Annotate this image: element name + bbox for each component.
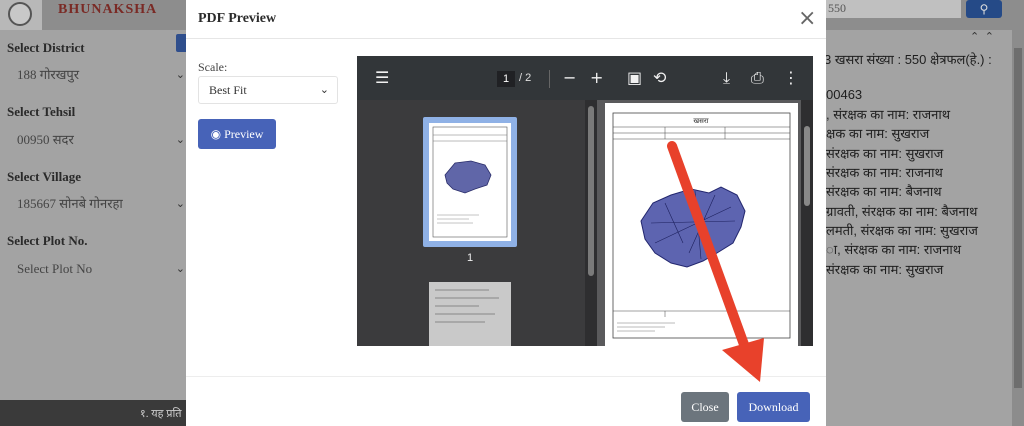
thumbnail-page-1[interactable] bbox=[429, 123, 511, 241]
brand-name: BHUNAKSHA bbox=[58, 2, 158, 17]
district-select[interactable]: 188 गोरखपुर ⌄ bbox=[7, 62, 189, 88]
toolbar-divider bbox=[549, 70, 550, 88]
detail-line: 3 खसरा संख्या : 550 क्षेत्रफल(हे.) : bbox=[824, 52, 992, 67]
plot-details-panel: 3 खसरा संख्या : 550 क्षेत्रफल(हे.) : 004… bbox=[824, 40, 1012, 400]
more-icon[interactable]: ⋮ bbox=[783, 69, 799, 87]
village-label: Select Village bbox=[7, 169, 82, 184]
scale-value: Best Fit bbox=[209, 83, 247, 97]
plot-label: Select Plot No. bbox=[7, 233, 88, 248]
fit-page-icon[interactable]: ▣ bbox=[627, 69, 642, 87]
footer-text: १. यह प्रति bbox=[140, 408, 182, 420]
menu-icon[interactable]: ☰ bbox=[375, 69, 389, 87]
rotate-icon[interactable]: ⟲ bbox=[653, 69, 666, 87]
page-total: / 2 bbox=[519, 72, 532, 84]
chevron-down-icon: ⌄ bbox=[175, 69, 185, 81]
tehsil-value: 00950 सदर bbox=[17, 132, 74, 147]
download-button[interactable]: Download bbox=[737, 392, 810, 422]
chevron-down-icon: ⌄ bbox=[175, 134, 185, 146]
page-scrollbar-thumb[interactable] bbox=[804, 126, 810, 206]
village-select[interactable]: 185667 सोनबे गोनरहा ⌄ bbox=[7, 191, 189, 217]
thumbnail-map-icon bbox=[432, 126, 508, 238]
thumbnail-page-2[interactable] bbox=[429, 282, 511, 346]
close-button[interactable]: Close bbox=[681, 392, 729, 422]
search-button[interactable]: ⚲ bbox=[966, 0, 1002, 18]
download-icon[interactable]: ⤓ bbox=[723, 69, 730, 87]
emblem-icon bbox=[8, 2, 32, 26]
district-value: 188 गोरखपुर bbox=[17, 67, 80, 82]
chevron-down-icon: ⌄ bbox=[175, 198, 185, 210]
page-number-input[interactable]: 1 bbox=[497, 71, 515, 87]
search-icon: ⚲ bbox=[979, 2, 989, 16]
chevron-down-icon: ⌄ bbox=[175, 263, 185, 275]
plot-select[interactable]: Select Plot No ⌄ bbox=[7, 256, 189, 282]
detail-line: , संरक्षक का नाम: राजनाथ bbox=[826, 107, 951, 122]
thumbnail-text-icon bbox=[435, 289, 499, 323]
modal-title: PDF Preview bbox=[198, 11, 277, 26]
thumbnail-page-number: 1 bbox=[467, 252, 474, 264]
detail-line: क्षक का नाम: सुखराज bbox=[826, 126, 930, 141]
thumbnail-scrollbar-thumb[interactable] bbox=[588, 106, 594, 276]
plot-value: Select Plot No bbox=[17, 261, 93, 276]
header-divider bbox=[186, 38, 826, 39]
detail-line: संरक्षक का नाम: राजनाथ bbox=[826, 165, 943, 180]
tehsil-label: Select Tehsil bbox=[7, 104, 76, 119]
pdf-page: खसरा bbox=[605, 103, 798, 346]
preview-button[interactable]: ◉ Preview bbox=[198, 119, 276, 149]
village-value: 185667 सोनबे गोनरहा bbox=[17, 196, 123, 211]
district-label: Select District bbox=[7, 40, 85, 55]
page-heading: खसरा bbox=[693, 117, 708, 125]
pdf-viewer: ☰ 1 / 2 − + ▣ ⟲ ⤓ ⎙ ⋮ 1 खसरा bbox=[357, 56, 813, 346]
scale-select[interactable]: Best Fit ⌄ bbox=[198, 76, 338, 104]
footer-divider bbox=[186, 376, 826, 377]
tehsil-select[interactable]: 00950 सदर ⌄ bbox=[7, 127, 189, 153]
eye-icon: ◉ bbox=[210, 127, 222, 141]
zoom-out-icon[interactable]: − bbox=[563, 69, 576, 87]
page-scrollbar-thumb[interactable] bbox=[1014, 48, 1022, 388]
detail-line: ा, संरक्षक का नाम: राजनाथ bbox=[826, 242, 962, 257]
logo bbox=[0, 0, 42, 30]
detail-line: लमती, संरक्षक का नाम: सुखराज bbox=[826, 223, 978, 238]
scale-label: Scale: bbox=[198, 60, 228, 74]
chevron-down-icon: ⌄ bbox=[319, 84, 329, 96]
print-icon[interactable]: ⎙ bbox=[751, 69, 764, 87]
close-icon[interactable]: × bbox=[798, 8, 816, 30]
pdf-toolbar: ☰ 1 / 2 − + ▣ ⟲ ⤓ ⎙ ⋮ bbox=[357, 56, 813, 100]
zoom-in-icon[interactable]: + bbox=[590, 69, 603, 87]
detail-line: संरक्षक का नाम: बैजनाथ bbox=[826, 184, 942, 199]
detail-line: संरक्षक का नाम: सुखराज bbox=[826, 146, 944, 161]
preview-label: Preview bbox=[224, 127, 264, 141]
detail-line: संरक्षक का नाम: सुखराज bbox=[826, 262, 944, 277]
khasra-map-icon: खसरा bbox=[612, 112, 791, 339]
detail-line: ग्रावती, संरक्षक का नाम: बैजनाथ bbox=[826, 204, 978, 219]
detail-line: 00463 bbox=[826, 87, 863, 102]
search-input[interactable]: 550 bbox=[824, 0, 961, 18]
